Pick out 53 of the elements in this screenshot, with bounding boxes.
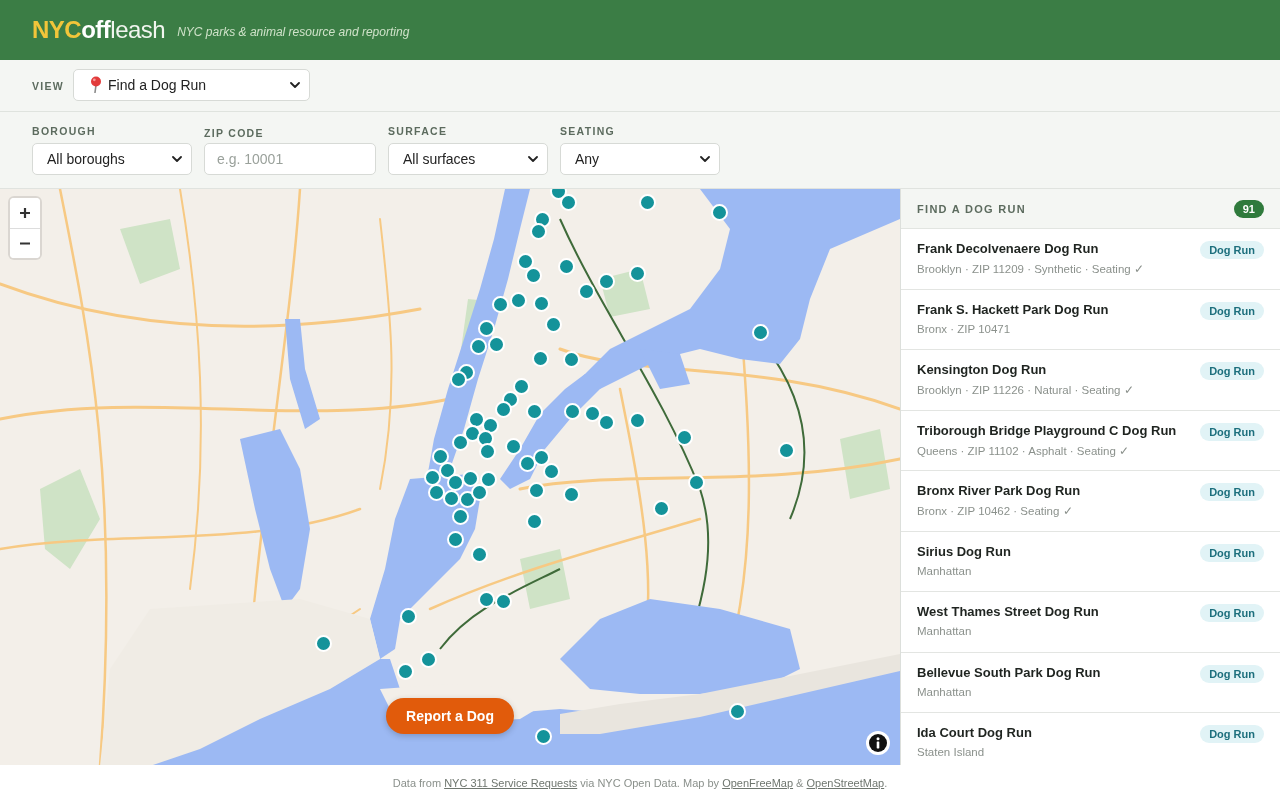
info-icon <box>869 734 887 752</box>
dog-run-details: Brooklyn · ZIP 11209 · Synthetic · Seating ✓ <box>917 262 1144 276</box>
pushpin-icon <box>90 76 103 93</box>
dog-run-details: Manhattan <box>917 564 973 577</box>
credits-link[interactable]: OpenFreeMap <box>722 776 794 789</box>
view-select[interactable]: Find a Dog Run <box>73 68 311 101</box>
type-tag: Dog Run <box>1200 664 1264 683</box>
plus-icon <box>19 207 31 219</box>
report-a-dog-button[interactable]: Report a Dog <box>386 698 514 734</box>
credits-link[interactable]: NYC 311 Service Requests <box>444 776 578 789</box>
dog-run-name[interactable]: Sirius Dog Run <box>917 543 1011 559</box>
type-tag: Dog Run <box>1200 725 1264 743</box>
type-tag: Dog Run <box>1200 241 1264 259</box>
dog-run-details: Bronx · ZIP 10471 <box>917 322 1012 335</box>
footer-credits: Data from NYC 311 Service Requests via NYC Open Data. Map by OpenFreeMap & OpenStreetMap. <box>392 776 888 789</box>
filter-select[interactable]: Any <box>560 143 720 175</box>
type-tag: Dog Run <box>1200 543 1264 562</box>
filter-label: BOROUGH <box>32 125 97 137</box>
dog-run-name[interactable]: Frank Decolvenaere Dog Run <box>917 241 1144 256</box>
filter-label: SEATING <box>560 125 616 137</box>
results-title: FIND A DOG RUN <box>917 202 1027 215</box>
app-logo[interactable]: NYCoffleash <box>32 18 166 42</box>
dog-run-name[interactable]: Ida Court Dog Run <box>917 725 1032 740</box>
dog-run-name[interactable]: Bellevue South Park Dog Run <box>917 664 1101 680</box>
dog-run-details: Staten Island <box>917 746 986 758</box>
type-tag: Dog Run <box>1200 362 1264 380</box>
filter-label: SURFACE <box>388 125 449 137</box>
filter-label: ZIP CODE <box>204 127 265 139</box>
chevron-icon <box>700 156 710 162</box>
app-tagline: NYC parks & animal resource and reporting <box>177 24 410 39</box>
dog-run-name[interactable]: Bronx River Park Dog Run <box>917 483 1081 498</box>
zip-code-field[interactable]: e.g. 10001 <box>204 143 376 175</box>
type-tag: Dog Run <box>1200 422 1264 441</box>
dog-run-name[interactable]: Kensington Dog Run <box>917 362 1134 377</box>
minus-icon <box>19 242 31 245</box>
dog-run-name[interactable]: Triborough Bridge Playground C Dog Run <box>917 422 1177 438</box>
dog-run-details: Manhattan <box>917 685 973 698</box>
type-tag: Dog Run <box>1200 301 1264 320</box>
dog-run-name[interactable]: West Thames Street Dog Run <box>917 604 1099 619</box>
view-label: VIEW <box>32 79 65 92</box>
filter-select[interactable]: All boroughs <box>32 143 192 175</box>
type-tag: Dog Run <box>1200 483 1264 501</box>
count-badge: 91 <box>1233 199 1264 218</box>
type-tag: Dog Run <box>1200 604 1264 622</box>
dog-run-name[interactable]: Frank S. Hackett Park Dog Run <box>917 301 1109 317</box>
dog-run-details: Bronx · ZIP 10462 · Seating ✓ <box>917 504 1074 518</box>
dog-run-details: Queens · ZIP 11102 · Asphalt · Seating ✓ <box>917 443 1130 458</box>
chevron-icon <box>172 156 182 162</box>
chevron-icon <box>290 81 301 88</box>
dog-run-details: Brooklyn · ZIP 11226 · Natural · Seating ✓ <box>917 383 1134 397</box>
dog-run-details: Manhattan <box>917 625 973 637</box>
chevron-icon <box>528 156 538 162</box>
filter-select[interactable]: All surfaces <box>388 143 548 175</box>
